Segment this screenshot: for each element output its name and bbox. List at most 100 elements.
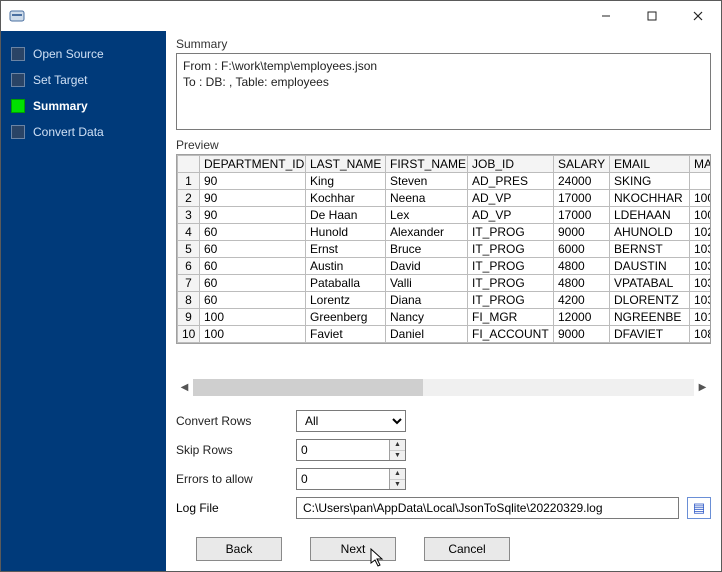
browse-icon: ▤ bbox=[693, 500, 705, 516]
step-label: Open Source bbox=[33, 47, 104, 61]
table-cell: 100 bbox=[200, 309, 306, 326]
table-row[interactable]: 860LorentzDianaIT_PROG4200DLORENTZ103 bbox=[178, 292, 712, 309]
errors-input[interactable] bbox=[297, 469, 389, 489]
table-cell: 103 bbox=[690, 258, 712, 275]
log-file-input[interactable] bbox=[296, 497, 679, 519]
table-cell: FI_MGR bbox=[468, 309, 554, 326]
close-button[interactable] bbox=[675, 1, 721, 31]
table-cell: King bbox=[306, 173, 386, 190]
column-header[interactable]: JOB_ID bbox=[468, 156, 554, 173]
convert-rows-select[interactable]: All bbox=[296, 410, 406, 432]
maximize-button[interactable] bbox=[629, 1, 675, 31]
wizard-step-set-target[interactable]: Set Target bbox=[1, 67, 166, 93]
table-cell: IT_PROG bbox=[468, 275, 554, 292]
scroll-right-icon[interactable]: ▶ bbox=[694, 379, 711, 396]
table-cell: Nancy bbox=[386, 309, 468, 326]
column-header[interactable]: DEPARTMENT_ID bbox=[200, 156, 306, 173]
step-label: Set Target bbox=[33, 73, 87, 87]
scroll-track[interactable] bbox=[193, 379, 694, 396]
table-row[interactable]: 660AustinDavidIT_PROG4800DAUSTIN103 bbox=[178, 258, 712, 275]
table-cell: AHUNOLD bbox=[610, 224, 690, 241]
table-cell: Daniel bbox=[386, 326, 468, 343]
wizard-step-summary[interactable]: Summary bbox=[1, 93, 166, 119]
errors-down-icon[interactable]: ▼ bbox=[390, 480, 405, 490]
skip-rows-spinner[interactable]: ▲ ▼ bbox=[296, 439, 406, 461]
row-number-cell: 8 bbox=[178, 292, 200, 309]
scroll-left-icon[interactable]: ◀ bbox=[176, 379, 193, 396]
table-row[interactable]: 460HunoldAlexanderIT_PROG9000AHUNOLD102 bbox=[178, 224, 712, 241]
table-cell: 9000 bbox=[554, 224, 610, 241]
wizard-sidebar: Open Source Set Target SummaryConvert Data bbox=[1, 31, 166, 571]
table-cell bbox=[690, 173, 712, 190]
table-cell: Greenberg bbox=[306, 309, 386, 326]
table-row[interactable]: 290KochharNeenaAD_VP17000NKOCHHAR100 bbox=[178, 190, 712, 207]
table-cell: Austin bbox=[306, 258, 386, 275]
skip-rows-down-icon[interactable]: ▼ bbox=[390, 451, 405, 461]
skip-rows-input[interactable] bbox=[297, 440, 389, 460]
step-marker-icon bbox=[11, 47, 25, 61]
main-panel: Summary From : F:\work\temp\employees.js… bbox=[166, 31, 721, 571]
back-button-label: Back bbox=[226, 542, 253, 556]
table-cell: De Haan bbox=[306, 207, 386, 224]
titlebar bbox=[1, 1, 721, 31]
table-row[interactable]: 190KingStevenAD_PRES24000SKING bbox=[178, 173, 712, 190]
table-cell: Alexander bbox=[386, 224, 468, 241]
table-cell: David bbox=[386, 258, 468, 275]
column-header[interactable]: FIRST_NAME bbox=[386, 156, 468, 173]
errors-label: Errors to allow bbox=[176, 472, 296, 486]
cancel-button[interactable]: Cancel bbox=[424, 537, 510, 561]
table-cell: 103 bbox=[690, 275, 712, 292]
table-cell: 100 bbox=[690, 207, 712, 224]
table-cell: 12000 bbox=[554, 309, 610, 326]
preview-heading: Preview bbox=[176, 138, 711, 152]
browse-log-button[interactable]: ▤ bbox=[687, 497, 711, 519]
table-cell: IT_PROG bbox=[468, 258, 554, 275]
step-marker-icon bbox=[11, 99, 25, 113]
wizard-step-convert-data[interactable]: Convert Data bbox=[1, 119, 166, 145]
table-cell: Lex bbox=[386, 207, 468, 224]
wizard-step-open-source[interactable]: Open Source bbox=[1, 41, 166, 67]
table-cell: BERNST bbox=[610, 241, 690, 258]
back-button[interactable]: Back bbox=[196, 537, 282, 561]
minimize-button[interactable] bbox=[583, 1, 629, 31]
row-number-cell: 1 bbox=[178, 173, 200, 190]
app-icon bbox=[7, 6, 27, 26]
column-header[interactable]: MANAG bbox=[690, 156, 712, 173]
table-cell: 90 bbox=[200, 190, 306, 207]
table-cell: Kochhar bbox=[306, 190, 386, 207]
table-cell: Pataballa bbox=[306, 275, 386, 292]
table-row[interactable]: 10100FavietDanielFI_ACCOUNT9000DFAVIET10… bbox=[178, 326, 712, 343]
horizontal-scrollbar[interactable]: ◀ ▶ bbox=[176, 379, 711, 396]
table-cell: 24000 bbox=[554, 173, 610, 190]
table-cell: 4200 bbox=[554, 292, 610, 309]
column-header[interactable]: LAST_NAME bbox=[306, 156, 386, 173]
table-cell: 100 bbox=[690, 190, 712, 207]
table-cell: IT_PROG bbox=[468, 224, 554, 241]
table-cell: 4800 bbox=[554, 275, 610, 292]
column-header[interactable]: SALARY bbox=[554, 156, 610, 173]
column-header[interactable]: EMAIL bbox=[610, 156, 690, 173]
scroll-thumb[interactable] bbox=[193, 379, 423, 396]
log-file-label: Log File bbox=[176, 501, 288, 515]
table-row[interactable]: 9100GreenbergNancyFI_MGR12000NGREENBE101 bbox=[178, 309, 712, 326]
table-cell: LDEHAAN bbox=[610, 207, 690, 224]
table-cell: 103 bbox=[690, 241, 712, 258]
skip-rows-up-icon[interactable]: ▲ bbox=[390, 440, 405, 451]
table-cell: 103 bbox=[690, 292, 712, 309]
row-number-cell: 2 bbox=[178, 190, 200, 207]
table-row[interactable]: 760PataballaValliIT_PROG4800VPATABAL103 bbox=[178, 275, 712, 292]
wizard-window: Open Source Set Target SummaryConvert Data… bbox=[0, 0, 722, 572]
errors-up-icon[interactable]: ▲ bbox=[390, 469, 405, 480]
table-cell: Neena bbox=[386, 190, 468, 207]
table-cell: 90 bbox=[200, 173, 306, 190]
next-button[interactable]: Next bbox=[310, 537, 396, 561]
preview-table: DEPARTMENT_IDLAST_NAMEFIRST_NAMEJOB_IDSA… bbox=[177, 155, 711, 343]
table-cell: NKOCHHAR bbox=[610, 190, 690, 207]
errors-spinner[interactable]: ▲ ▼ bbox=[296, 468, 406, 490]
step-marker-icon bbox=[11, 73, 25, 87]
table-row[interactable]: 390De HaanLexAD_VP17000LDEHAAN100 bbox=[178, 207, 712, 224]
row-number-cell: 9 bbox=[178, 309, 200, 326]
table-row[interactable]: 560ErnstBruceIT_PROG6000BERNST103 bbox=[178, 241, 712, 258]
table-cell: 6000 bbox=[554, 241, 610, 258]
row-number-cell: 3 bbox=[178, 207, 200, 224]
